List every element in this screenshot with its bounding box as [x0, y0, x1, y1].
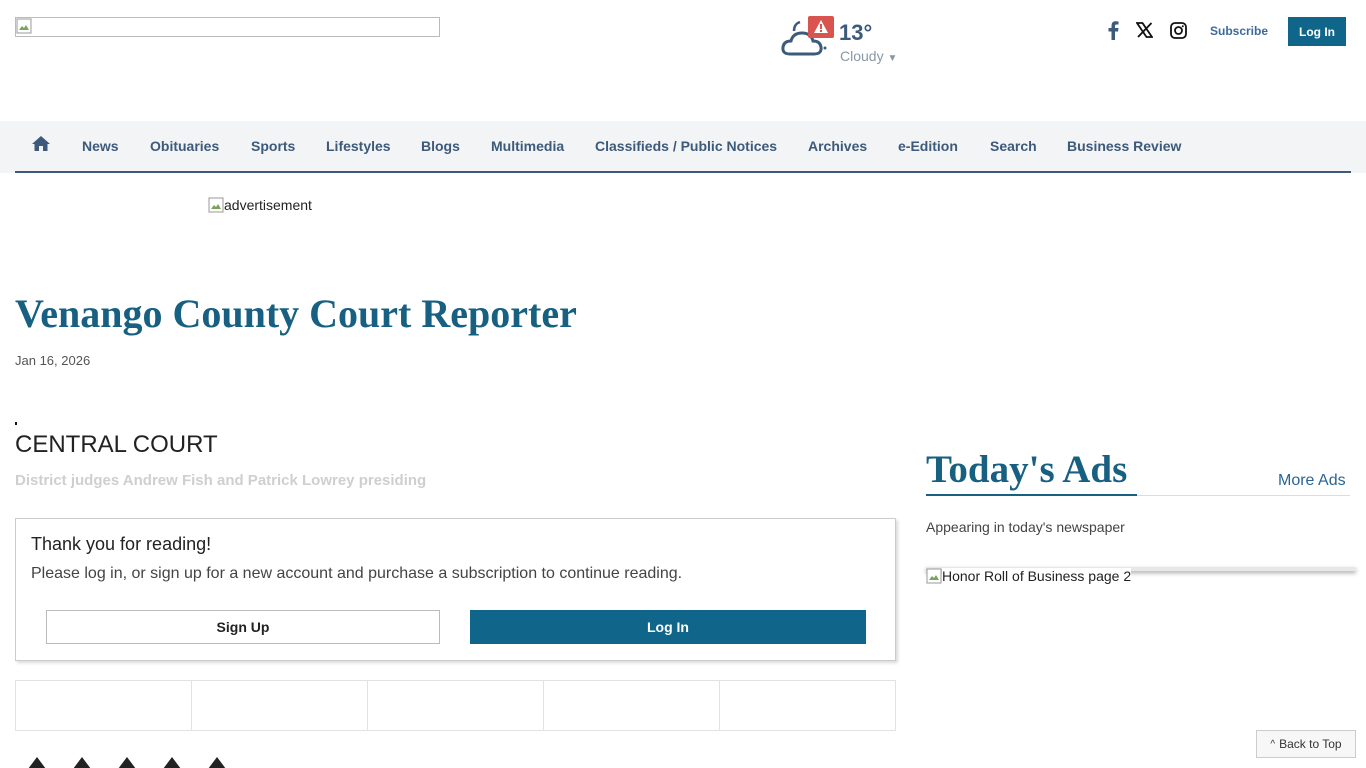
advertisement-image[interactable]: advertisement	[208, 197, 312, 213]
article-title: Venango County Court Reporter	[15, 291, 577, 336]
broken-image-icon	[926, 568, 942, 584]
nav-item-archives[interactable]: Archives	[808, 138, 867, 154]
nav-item-sports[interactable]: Sports	[251, 138, 295, 154]
broken-image-icon	[16, 18, 32, 34]
advertisement-alt-text: advertisement	[224, 197, 312, 213]
login-button[interactable]: Log In	[1288, 17, 1346, 46]
section-heading: CENTRAL COURT	[15, 431, 218, 458]
bullet-marker	[15, 422, 17, 425]
nav-item-lifestyles[interactable]: Lifestyles	[326, 138, 391, 154]
nav-item-business-review[interactable]: Business Review	[1067, 138, 1181, 154]
signup-button[interactable]: Sign Up	[46, 610, 440, 644]
paywall-message: Please log in, or sign up for a new acco…	[31, 565, 683, 582]
nav-divider	[15, 171, 1351, 173]
nav-item-search[interactable]: Search	[990, 138, 1037, 154]
honor-roll-alt-text: Honor Roll of Business page 2	[942, 568, 1132, 584]
triangle-icon[interactable]	[163, 757, 181, 768]
warning-icon[interactable]	[808, 16, 834, 38]
more-ads-link[interactable]: More Ads	[1278, 472, 1346, 490]
nav-item-news[interactable]: News	[82, 138, 119, 154]
honor-roll-ad[interactable]: Honor Roll of Business page 2	[926, 567, 1356, 584]
home-icon[interactable]	[31, 135, 51, 157]
triangle-icon[interactable]	[73, 757, 91, 768]
title-underline	[926, 494, 1137, 496]
article-subheading: District judges Andrew Fish and Patrick …	[15, 472, 427, 489]
caret-down-icon: ▼	[887, 53, 898, 64]
nav-item-blogs[interactable]: Blogs	[421, 138, 460, 154]
share-slot[interactable]	[368, 681, 544, 730]
weather-widget[interactable]: 13° Cloudy ▼	[780, 16, 910, 66]
todays-ads-subtitle: Appearing in today's newspaper	[926, 519, 1125, 535]
article-date: Jan 16, 2026	[15, 353, 91, 368]
share-bar	[15, 680, 896, 731]
nav-item-e-edition[interactable]: e-Edition	[898, 138, 958, 154]
triangle-icon[interactable]	[28, 757, 46, 768]
triangle-icon[interactable]	[118, 757, 136, 768]
paywall-box: Thank you for reading! Please log in, or…	[15, 518, 896, 661]
site-logo[interactable]	[15, 17, 440, 37]
share-slot[interactable]	[192, 681, 368, 730]
broken-image-icon	[208, 197, 224, 213]
share-slot[interactable]	[16, 681, 192, 730]
todays-ads-title: Today's Ads	[926, 448, 1128, 491]
weather-condition-label: Cloudy	[840, 48, 884, 64]
main-nav: News Obituaries Sports Lifestyles Blogs …	[0, 121, 1366, 173]
instagram-icon[interactable]	[1169, 20, 1187, 40]
weather-temperature: 13°	[839, 20, 873, 45]
nav-item-classifieds[interactable]: Classifieds / Public Notices	[595, 138, 777, 154]
triangle-icon[interactable]	[208, 757, 226, 768]
paywall-title: Thank you for reading!	[31, 534, 212, 554]
weather-condition[interactable]: Cloudy ▼	[840, 48, 897, 64]
honor-roll-image[interactable]: Honor Roll of Business page 2	[926, 568, 1132, 584]
facebook-icon[interactable]	[1104, 20, 1122, 40]
back-to-top-label: Back to Top	[1279, 737, 1342, 751]
share-slot[interactable]	[720, 681, 895, 730]
share-slot[interactable]	[544, 681, 720, 730]
nav-item-multimedia[interactable]: Multimedia	[491, 138, 564, 154]
title-rule	[1137, 495, 1350, 496]
nav-item-obituaries[interactable]: Obituaries	[150, 138, 219, 154]
paywall-login-button[interactable]: Log In	[470, 610, 866, 644]
chevron-up-icon: ^	[1270, 738, 1276, 750]
back-to-top-button[interactable]: ^ Back to Top	[1256, 730, 1356, 758]
x-icon[interactable]	[1135, 20, 1153, 40]
share-icons-row	[28, 757, 253, 768]
subscribe-link[interactable]: Subscribe	[1210, 24, 1268, 38]
